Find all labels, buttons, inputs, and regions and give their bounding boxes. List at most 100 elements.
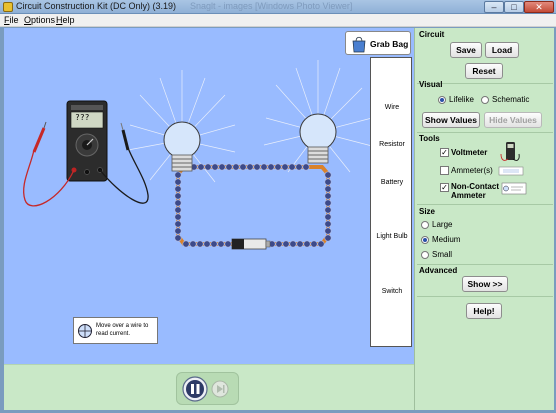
toolbox-battery-label: Battery <box>380 179 404 186</box>
divider <box>417 264 553 265</box>
wire-bead <box>303 240 311 248</box>
save-button[interactable]: Save <box>450 42 482 58</box>
wire-bead <box>174 227 182 235</box>
hint-text: Move over a wire to read current. <box>96 323 149 337</box>
schematic-radio[interactable] <box>481 96 489 104</box>
toolbox-wire-label: Wire <box>384 104 400 111</box>
wire-bead <box>324 234 332 242</box>
size-large-radio[interactable] <box>421 221 429 229</box>
wire-bead <box>324 213 332 221</box>
wire-bead <box>210 240 218 248</box>
size-large-label: Large <box>432 220 453 229</box>
wire-bead <box>224 240 232 248</box>
divider <box>417 296 553 297</box>
toolbox-light-bulb-label: Light Bulb <box>376 233 408 240</box>
noncontact-label-line1: Non-Contact <box>451 182 499 191</box>
show-values-button[interactable]: Show Values <box>422 112 480 128</box>
wire-bead <box>174 213 182 221</box>
reset-button[interactable]: Reset <box>465 63 503 79</box>
size-medium-label: Medium <box>432 235 461 244</box>
wire-bead <box>204 163 212 171</box>
wire-bead <box>174 178 182 186</box>
wire-bead <box>246 163 254 171</box>
wire-bead <box>218 163 226 171</box>
wire-bead <box>324 192 332 200</box>
wire-beads <box>174 163 332 248</box>
wire-bead <box>174 171 182 179</box>
wire-bead <box>196 240 204 248</box>
wire-bead <box>197 163 205 171</box>
lifelike-radio[interactable] <box>438 96 446 104</box>
wire-bead <box>217 240 225 248</box>
show-advanced-button[interactable]: Show >> <box>462 276 508 292</box>
ammeter-tool-icon <box>498 166 524 176</box>
size-small-label: Small <box>432 250 453 259</box>
wire-bead <box>274 163 282 171</box>
wire-bead <box>275 240 283 248</box>
hide-values-button[interactable]: Hide Values <box>484 112 542 128</box>
lifelike-label: Lifelike <box>449 95 474 104</box>
voltmeter-probe-black[interactable] <box>120 122 130 151</box>
load-button[interactable]: Load <box>485 42 519 58</box>
wire-bead <box>282 240 290 248</box>
pause-icon[interactable] <box>182 376 208 402</box>
toolbox-switch-label: Switch <box>381 288 403 295</box>
wire-bead <box>324 227 332 235</box>
playback-icons <box>182 376 229 402</box>
battery[interactable] <box>231 238 271 250</box>
ammeter-label: Ammeter(s) <box>451 166 493 175</box>
wire-bead <box>317 240 325 248</box>
size-small-radio[interactable] <box>421 251 429 259</box>
voltmeter-label: Voltmeter <box>451 148 488 157</box>
crosshair-icon <box>78 324 92 338</box>
wire-bead <box>203 240 211 248</box>
noncontact-ammeter-tool-icon <box>501 182 527 195</box>
step-icon[interactable] <box>211 380 229 398</box>
wire-bead <box>295 163 303 171</box>
wire-bead <box>189 240 197 248</box>
advanced-section-title: Advanced <box>419 266 458 275</box>
noncontact-ammeter-probe[interactable]: Move over a wire to read current. <box>73 317 158 344</box>
wire-bead <box>174 234 182 242</box>
wire-bead <box>211 163 219 171</box>
wire-bead <box>267 163 275 171</box>
wire-bead <box>310 240 318 248</box>
control-panel: Circuit Save Load Reset Visual Lifelike … <box>414 28 554 410</box>
wire-bead <box>239 163 247 171</box>
wire-bead <box>174 220 182 228</box>
grab-bag-label: Grab Bag <box>370 39 409 49</box>
wire-bead <box>174 185 182 193</box>
divider <box>417 132 553 133</box>
noncontact-ammeter-checkbox[interactable]: ✓ <box>440 183 449 192</box>
wire-bead <box>302 163 310 171</box>
wire-bead <box>225 163 233 171</box>
toolbox-resistor-label: Resistor <box>379 141 405 148</box>
wire-bead <box>174 192 182 200</box>
divider <box>417 204 553 205</box>
wire-bead <box>182 240 190 248</box>
size-medium-radio[interactable] <box>421 236 429 244</box>
ammeter-checkbox[interactable] <box>440 166 449 175</box>
wire-bead <box>174 206 182 214</box>
wire-bead <box>324 199 332 207</box>
size-section-title: Size <box>419 207 436 216</box>
tools-section-title: Tools <box>419 134 440 143</box>
wire-bead <box>324 185 332 193</box>
wire-bead <box>174 199 182 207</box>
wire-bead <box>296 240 304 248</box>
wire-bead <box>324 220 332 228</box>
voltmeter-probe-red[interactable] <box>32 121 47 153</box>
voltmeter-tool-icon <box>500 142 520 161</box>
grab-bag-button[interactable]: Grab Bag <box>345 31 411 55</box>
noncontact-label-line2: Ammeter <box>451 191 486 200</box>
visual-section-title: Visual <box>419 80 443 89</box>
grab-bag-icon <box>352 36 366 53</box>
wire-loop[interactable] <box>176 165 330 246</box>
wire-bead <box>324 206 332 214</box>
help-button[interactable]: Help! <box>466 303 502 319</box>
voltmeter-checkbox[interactable]: ✓ <box>440 148 449 157</box>
light-bulb-right[interactable] <box>299 113 337 164</box>
wire-bead <box>288 163 296 171</box>
schematic-label: Schematic <box>492 95 530 104</box>
circuit-section-title: Circuit <box>419 30 445 39</box>
